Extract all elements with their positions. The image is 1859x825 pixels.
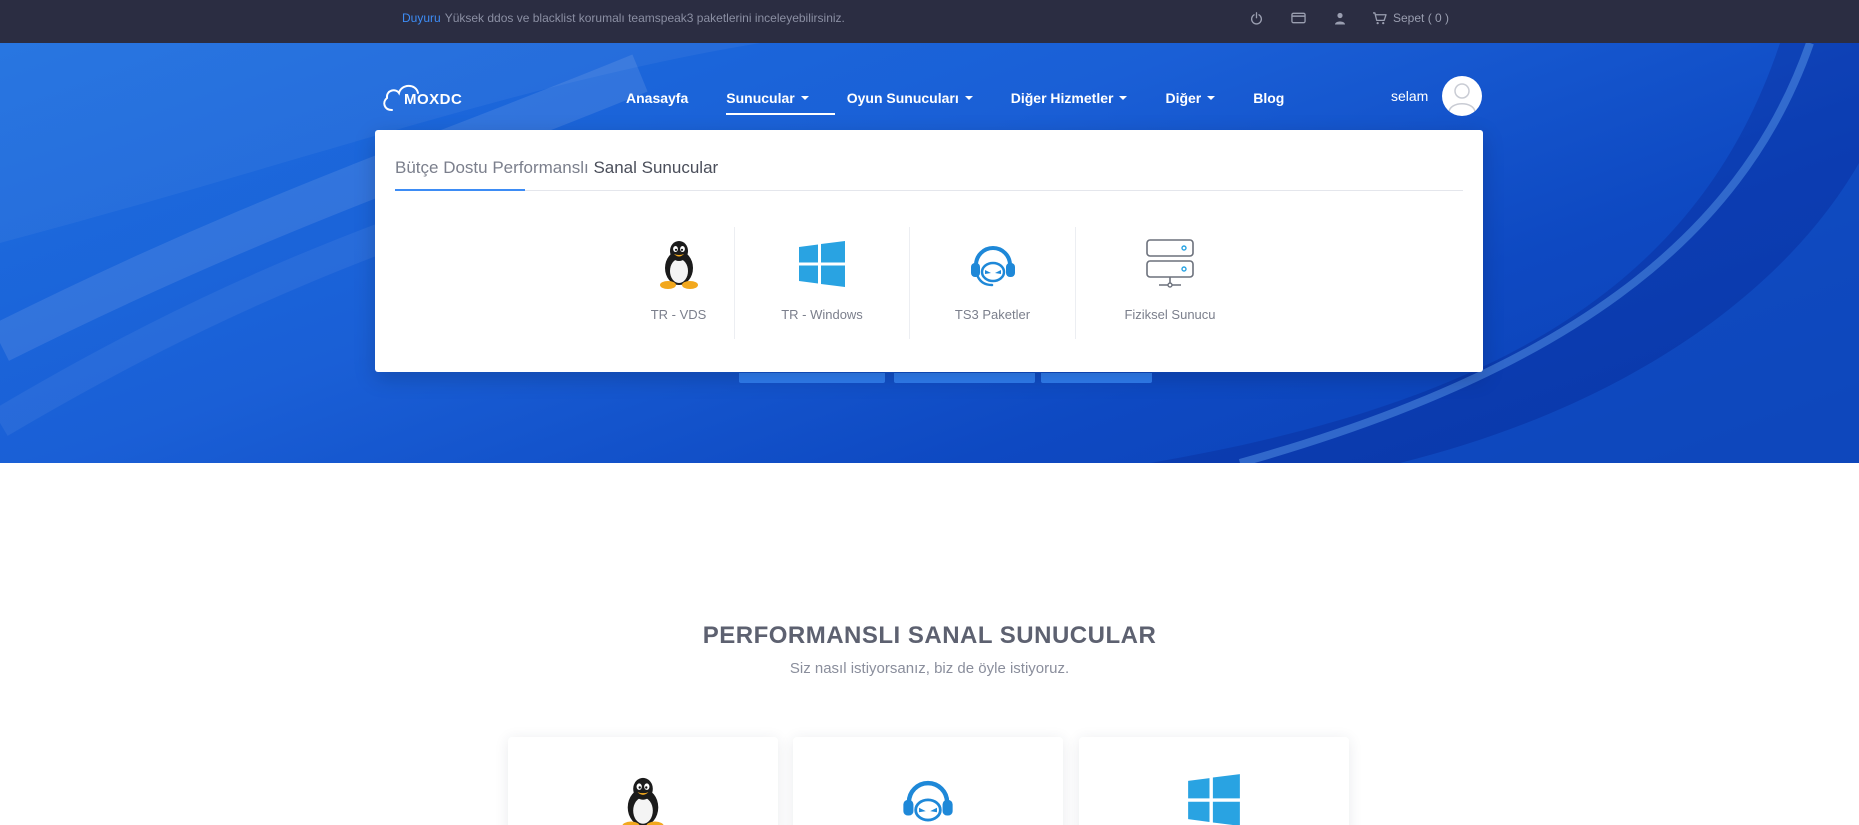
cart-label: Sepet ( 0 ) [1393, 11, 1450, 25]
dropdown-item-label: TS3 Paketler [954, 307, 1031, 322]
nav-item-anasayfa[interactable]: Anasayfa [626, 90, 688, 106]
section-title: PERFORMANSLI SANAL SUNUCULAR [702, 622, 1157, 649]
nav-label: Oyun Sunucuları [846, 90, 959, 106]
dropdown-item-fiziksel-sunucu[interactable]: Fiziksel Sunucu [1076, 227, 1264, 339]
dropdown-title-strong: Sanal Sunucular [593, 158, 719, 177]
headset-icon [968, 237, 1018, 291]
user-name: selam [1391, 88, 1429, 104]
caret-down-icon [800, 96, 809, 100]
dropdown-item-tr-windows[interactable]: TR - Windows [735, 227, 910, 339]
product-card-ts3[interactable] [793, 737, 1063, 825]
nav-label: Sunucular [726, 90, 795, 106]
product-card-windows[interactable] [1079, 737, 1349, 825]
nav-label: Blog [1253, 90, 1285, 106]
dropdown-item-label: TR - VDS [650, 307, 707, 322]
avatar-placeholder-icon [1448, 83, 1477, 113]
nav-item-diger[interactable]: Diğer [1165, 90, 1216, 106]
linux-tux-icon [657, 237, 701, 291]
hero-button-1[interactable] [739, 373, 885, 383]
linux-tux-icon [508, 773, 778, 825]
dropdown-item-ts3-paketler[interactable]: TS3 Paketler [910, 227, 1076, 339]
nav-label: Diğer Hizmetler [1010, 90, 1114, 106]
windows-icon [1079, 773, 1349, 825]
announcement: Duyuru Yüksek ddos ve blacklist korumalı … [402, 0, 845, 36]
sunucular-dropdown: Bütçe Dostu Performanslı Sanal Sunucular [375, 130, 1483, 372]
announcement-tag: Duyuru [402, 11, 441, 25]
dropdown-title-light: Bütçe Dostu Performanslı [395, 158, 589, 177]
avatar[interactable] [1442, 76, 1483, 116]
announcement-bar: Duyuru Yüksek ddos ve blacklist korumalı … [0, 0, 1859, 43]
user-menu[interactable]: selam [1391, 76, 1483, 116]
nav-item-oyun-sunuculari[interactable]: Oyun Sunucuları [847, 90, 973, 106]
product-card-linux[interactable] [508, 737, 778, 825]
caret-down-icon [1207, 96, 1216, 100]
user-icon[interactable] [1330, 8, 1350, 28]
nav-item-diger-hizmetler[interactable]: Diğer Hizmetler [1011, 90, 1128, 106]
cart-link[interactable]: Sepet ( 0 ) [1372, 11, 1449, 25]
caret-down-icon [1119, 96, 1128, 100]
hero-button-2[interactable] [894, 373, 1035, 383]
dropdown-title: Bütçe Dostu Performanslı Sanal Sunucular [395, 158, 718, 178]
windows-icon [798, 237, 846, 291]
cart-icon [1373, 11, 1387, 24]
top-actions: Sepet ( 0 ) [1246, 0, 1449, 36]
dropdown-items: TR - VDS TR - Windows TS3 Paketler Fizik… [623, 227, 1264, 339]
title-underline [395, 189, 525, 191]
server-icon [1144, 237, 1196, 291]
dropdown-item-label: Fiziksel Sunucu [1124, 307, 1216, 322]
dropdown-item-label: TR - Windows [781, 307, 863, 322]
main-nav: Anasayfa Sunucular Oyun Sunucuları Diğer… [626, 83, 1322, 115]
nav-item-blog[interactable]: Blog [1253, 90, 1284, 106]
divider [395, 190, 1463, 191]
nav-item-sunucular[interactable]: Sunucular [726, 90, 836, 115]
headset-icon [793, 773, 1063, 825]
announcement-text[interactable]: Yüksek ddos ve blacklist korumalı teamsp… [445, 11, 845, 25]
caret-down-icon [964, 96, 973, 100]
section-subtitle: Siz nasıl istiyorsanız, biz de öyle isti… [789, 660, 1070, 677]
credit-card-icon[interactable] [1288, 8, 1308, 28]
dropdown-item-tr-vds[interactable]: TR - VDS [623, 227, 735, 339]
power-icon[interactable] [1246, 8, 1266, 28]
brand-name[interactable]: MOXDC [404, 91, 462, 108]
nav-label: Diğer [1165, 90, 1202, 106]
nav-label: Anasayfa [626, 90, 689, 106]
hero-button-3[interactable] [1041, 373, 1152, 383]
